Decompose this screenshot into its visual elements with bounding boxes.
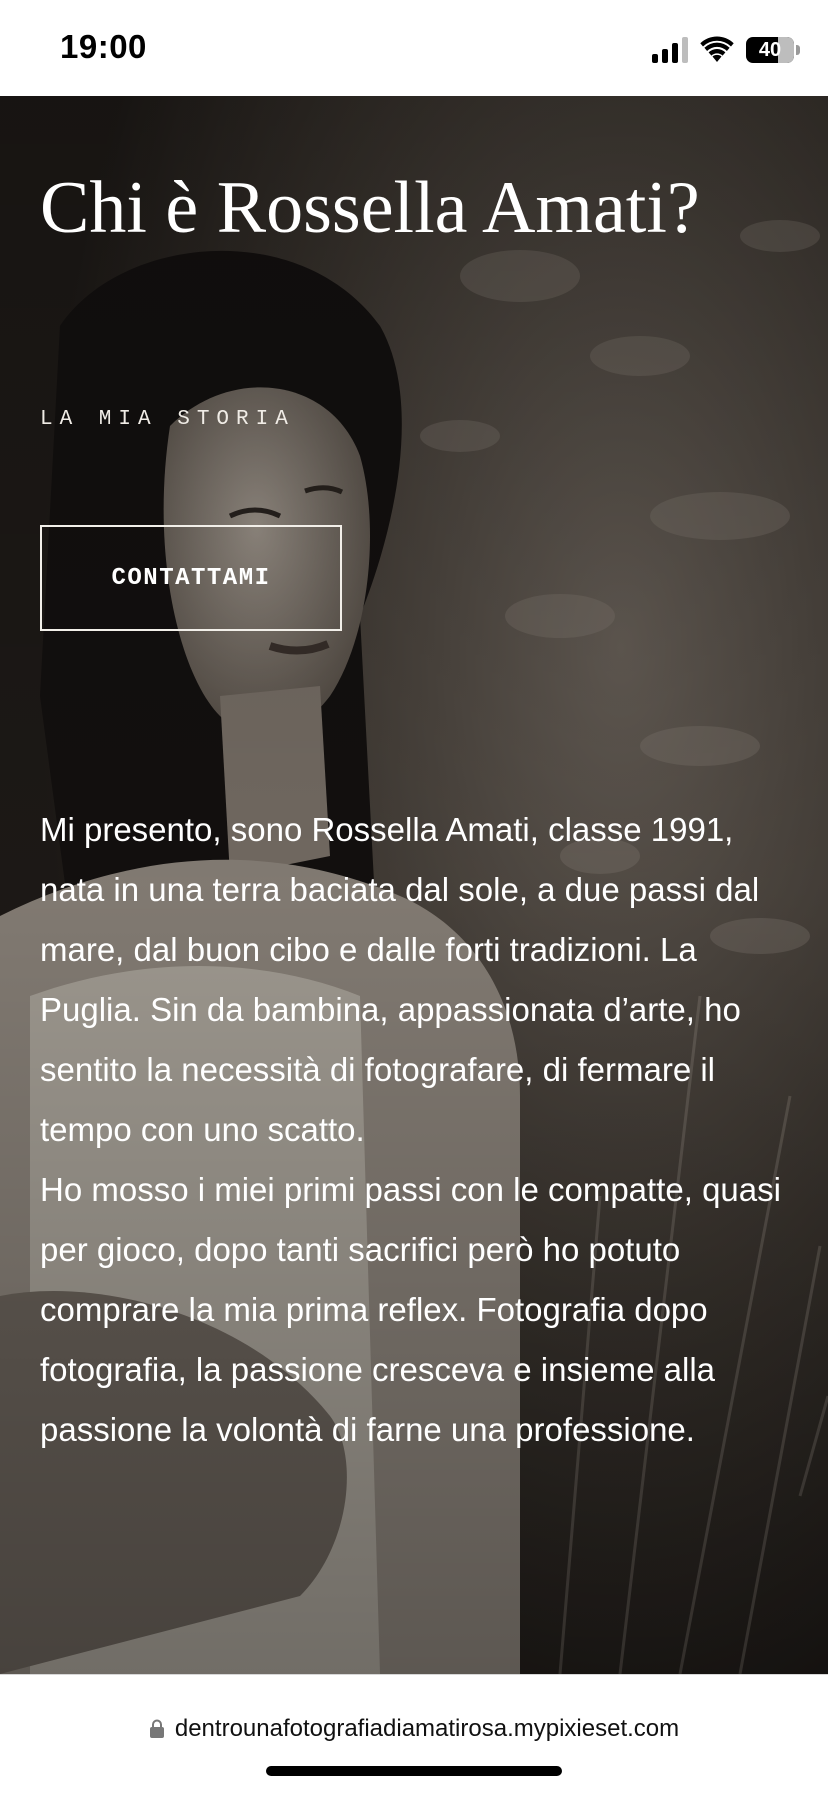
battery-level: 40 [758, 38, 782, 61]
section-kicker: LA MIA STORIA [40, 408, 295, 431]
bio-paragraph-2: Ho mosso i miei primi passi con le compa… [40, 1171, 781, 1448]
home-indicator[interactable] [266, 1766, 562, 1776]
bio-paragraph-1: Mi presento, sono Rossella Amati, classe… [40, 811, 760, 1148]
lock-icon [149, 1719, 164, 1738]
contact-button[interactable]: CONTATTAMI [40, 525, 342, 631]
battery-icon: 40 [746, 37, 800, 63]
url-text[interactable]: dentrounafotografiadiamatirosa.mypixiese… [175, 1715, 679, 1743]
hero-section: Chi è Rossella Amati? LA MIA STORIA CONT… [0, 96, 828, 1674]
wifi-icon [700, 36, 734, 62]
status-time: 19:00 [60, 28, 147, 65]
page-title: Chi è Rossella Amati? [40, 167, 700, 249]
bio-text: Mi presento, sono Rossella Amati, classe… [40, 800, 800, 1460]
signal-icon [652, 37, 688, 63]
status-bar: 19:00 40 [0, 0, 828, 96]
url-row[interactable]: dentrounafotografiadiamatirosa.mypixiese… [0, 1715, 828, 1743]
status-icons: 40 [652, 34, 800, 66]
